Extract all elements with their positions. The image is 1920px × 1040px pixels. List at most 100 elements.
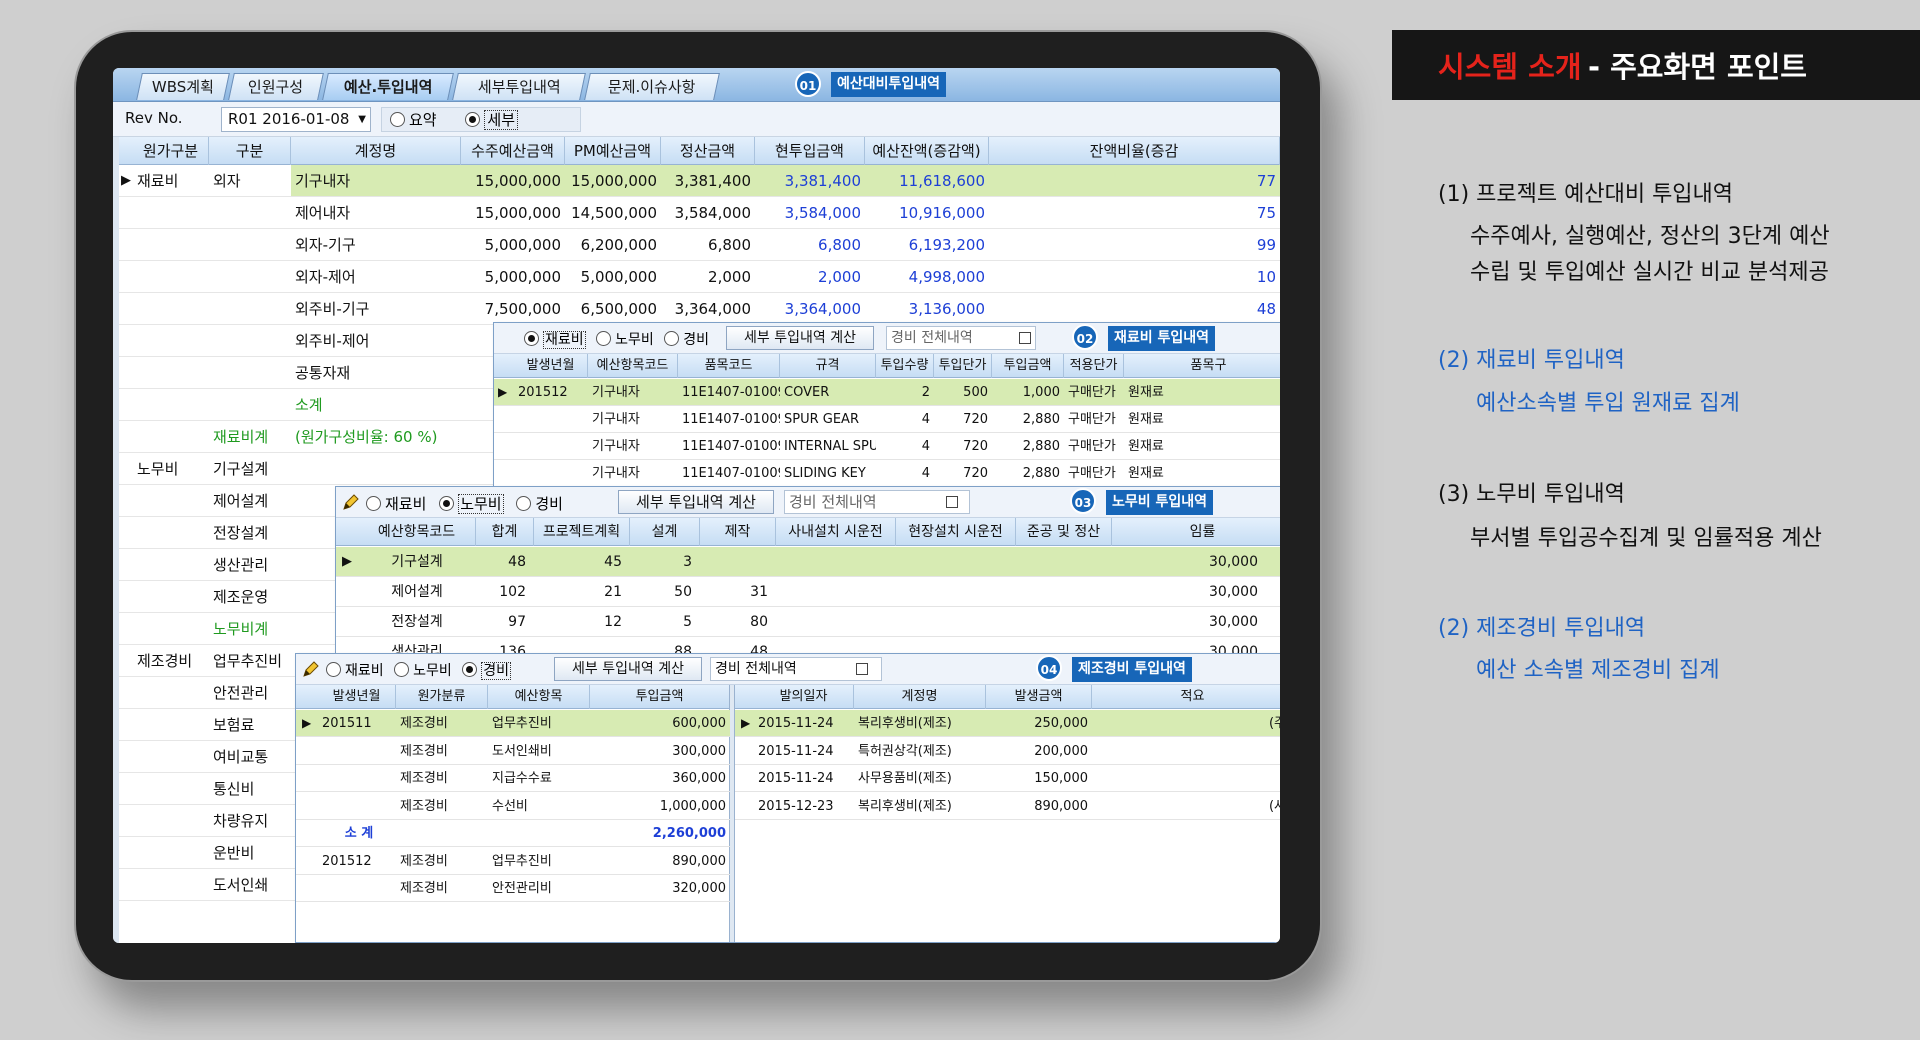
tab-staffing[interactable]: 인원구성 (228, 73, 324, 100)
expense-all-checkbox[interactable] (946, 496, 958, 508)
grid-column-header[interactable]: 규격 (780, 354, 876, 378)
grid-column-header[interactable]: 제작 (700, 518, 776, 546)
grid-column-header[interactable]: 수주예산금액 (461, 137, 565, 165)
table-cell: 제조경비 (400, 771, 448, 786)
grid-column-header[interactable]: 예산항목코드 (588, 354, 678, 378)
table-cell: 15,000,000 (475, 204, 561, 222)
grid-column-header[interactable]: 품목코드 (678, 354, 780, 378)
table-row[interactable]: 제조경비 안전관리비 320,000 (296, 875, 730, 902)
table-row[interactable]: ▶ 2015-11-24 복리후생비(제조) 250,000 (주 (735, 710, 1280, 737)
grid-column-header[interactable]: 원가구분 (133, 137, 209, 165)
table-row[interactable]: ▶ 재료비 외자 기구내자 15,000,000 15,000,000 3,381,400 3… (119, 165, 1280, 197)
expense-all-checkbox[interactable] (856, 663, 868, 675)
table-cell: 320,000 (672, 881, 726, 896)
grid-column-header[interactable]: 적요 (1092, 685, 1280, 709)
radio-icon (516, 496, 532, 511)
table-cell: INTERNAL SPUR (784, 439, 876, 454)
grid-column-header[interactable]: 예산항목 (488, 685, 590, 709)
grid-column-header[interactable]: 발생년월 (514, 354, 588, 378)
table-cell: (원가구성비율: 60 %) (295, 428, 438, 446)
radio-summary-label: 요약 (409, 111, 437, 129)
grid-column-header[interactable]: 예산잔액(증감액) (865, 137, 989, 165)
table-row[interactable]: 전장설계 97 12 5 80 30,000 (336, 607, 1280, 637)
table-cell: 3,381,400 (674, 172, 751, 190)
table-row[interactable]: 제조경비 도서인쇄비 300,000 (296, 738, 730, 765)
expense-all-field[interactable]: 경비 전체내역 (886, 326, 1036, 350)
radio-material[interactable]: 재료비 (366, 495, 426, 513)
table-row[interactable]: 외자-제어 5,000,000 5,000,000 2,000 2,000 4,998,0… (119, 261, 1280, 293)
grid-column-header[interactable]: 품목구 (1124, 354, 1280, 378)
radio-material[interactable]: 재료비 (524, 331, 586, 349)
radio-summary[interactable]: 요약 (390, 111, 437, 129)
grid-column-header[interactable]: 투입수량 (876, 354, 934, 378)
table-row[interactable]: 제조경비 지급수수료 360,000 (296, 765, 730, 792)
grid-column-header[interactable]: 정산금액 (661, 137, 755, 165)
radio-detail[interactable]: 세부 (465, 110, 518, 130)
grid-column-header[interactable]: 잔액비율(증감 (989, 137, 1280, 165)
table-row[interactable]: 2015-11-24 사무용품비(제조) 150,000 (735, 765, 1280, 792)
grid-column-header[interactable]: 투입단가 (934, 354, 992, 378)
grid-column-header[interactable]: 발생년월 (318, 685, 396, 709)
rev-no-select[interactable]: R01 2016-01-08 ▼ (221, 107, 371, 132)
table-cell (896, 547, 1012, 577)
radio-expense[interactable]: 경비 (462, 662, 511, 680)
table-row[interactable]: 기구내자 11E1407-0100916 INTERNAL SPUR 4 720 2,88… (494, 433, 1280, 460)
radio-labor[interactable]: 노무비 (394, 662, 452, 679)
table-row[interactable]: 외자-기구 5,000,000 6,200,000 6,800 6,800 6,193,2… (119, 229, 1280, 261)
grid-column-header[interactable]: 현투입금액 (755, 137, 865, 165)
radio-labor[interactable]: 노무비 (596, 331, 654, 348)
table-cell: 복리후생비(제조) (858, 716, 952, 731)
table-row[interactable]: 소 계 2,260,000 (296, 820, 730, 847)
table-cell: 구매단가 (1068, 466, 1116, 481)
table-cell: 원재료 (1128, 385, 1164, 400)
table-row[interactable]: 제조경비 수선비 1,000,000 (296, 793, 730, 820)
grid-column-header[interactable]: 발의일자 (754, 685, 854, 709)
point-1-desc-1: 수주예사, 실행예산, 정산의 3단계 예산 (1470, 224, 1830, 249)
table-row[interactable]: 2015-11-24 특허권상각(제조) 200,000 (735, 738, 1280, 765)
grid-column-header[interactable]: 합계 (476, 518, 534, 546)
title-banner: 시스템 소개 - 주요화면 포인트 (1392, 30, 1920, 100)
radio-expense[interactable]: 경비 (516, 495, 563, 513)
tab-issues[interactable]: 문제.이슈사항 (584, 73, 720, 100)
table-row[interactable]: 외주비-기구 7,500,000 6,500,000 3,364,000 3,364,0… (119, 293, 1280, 325)
table-row[interactable]: ▶ 201511 제조경비 업무추진비 600,000 (296, 710, 730, 737)
radio-labor[interactable]: 노무비 (439, 494, 504, 514)
detail-calc-button[interactable]: 세부 투입내역 계산 (554, 657, 702, 681)
grid-column-header[interactable]: 원가분류 (396, 685, 488, 709)
grid-column-header[interactable]: 설계 (630, 518, 700, 546)
grid-column-header[interactable]: 임률 (1112, 518, 1280, 546)
grid-column-header[interactable]: 계정명 (291, 137, 461, 165)
grid-column-header[interactable]: 적용단가 (1064, 354, 1124, 378)
expense-all-field[interactable]: 경비 전체내역 (784, 490, 970, 514)
grid-column-header[interactable]: 예산항목코드 (358, 518, 476, 546)
table-cell (137, 613, 209, 645)
grid-column-header[interactable]: 투입금액 (590, 685, 730, 709)
table-row[interactable]: 제어설계 102 21 50 31 30,000 (336, 577, 1280, 607)
grid-column-header[interactable]: 투입금액 (992, 354, 1064, 378)
table-row[interactable]: 2015-12-23 복리후생비(제조) 890,000 (사 (735, 793, 1280, 820)
grid-column-header[interactable]: 현장설치 시운전 (896, 518, 1016, 546)
table-row[interactable]: 기구내자 11E1407-0100915 SPUR GEAR 4 720 2,880 구매단… (494, 406, 1280, 433)
expense-all-checkbox[interactable] (1019, 332, 1031, 344)
table-row[interactable]: 201512 제조경비 업무추진비 890,000 (296, 848, 730, 875)
grid-column-header[interactable]: 준공 및 정산 (1016, 518, 1112, 546)
table-row[interactable]: 기구내자 11E1407-0100917 SLIDING KEY 4 720 2,880 구… (494, 460, 1280, 487)
grid-column-header[interactable]: 프로젝트계획 (534, 518, 630, 546)
radio-expense[interactable]: 경비 (664, 331, 709, 348)
tab-budget-input[interactable]: 예산.투입내역 (322, 73, 454, 100)
table-cell: 운반비 (213, 844, 255, 862)
table-row[interactable]: ▶ 기구설계 48 45 3 30,000 (336, 547, 1280, 577)
table-row[interactable]: 제어내자 15,000,000 14,500,000 3,584,000 3,584,0… (119, 197, 1280, 229)
radio-material[interactable]: 재료비 (326, 662, 384, 679)
tab-detail-input[interactable]: 세부투입내역 (452, 73, 586, 100)
grid-column-header[interactable]: 발생금액 (986, 685, 1092, 709)
grid-column-header[interactable]: 계정명 (854, 685, 986, 709)
grid-column-header[interactable]: 구분 (209, 137, 291, 165)
table-row[interactable]: ▶ 201512 기구내자 11E1407-0100906 COVER 2 500 1,000… (494, 379, 1280, 406)
detail-calc-button[interactable]: 세부 투입내역 계산 (618, 490, 774, 514)
detail-calc-button[interactable]: 세부 투입내역 계산 (726, 326, 874, 350)
grid-column-header[interactable]: 사내설치 시운전 (776, 518, 896, 546)
grid-column-header[interactable]: PM예산금액 (565, 137, 661, 165)
tab-wbs[interactable]: WBS계획 (136, 73, 230, 100)
table-cell: 원재료 (1128, 466, 1164, 481)
